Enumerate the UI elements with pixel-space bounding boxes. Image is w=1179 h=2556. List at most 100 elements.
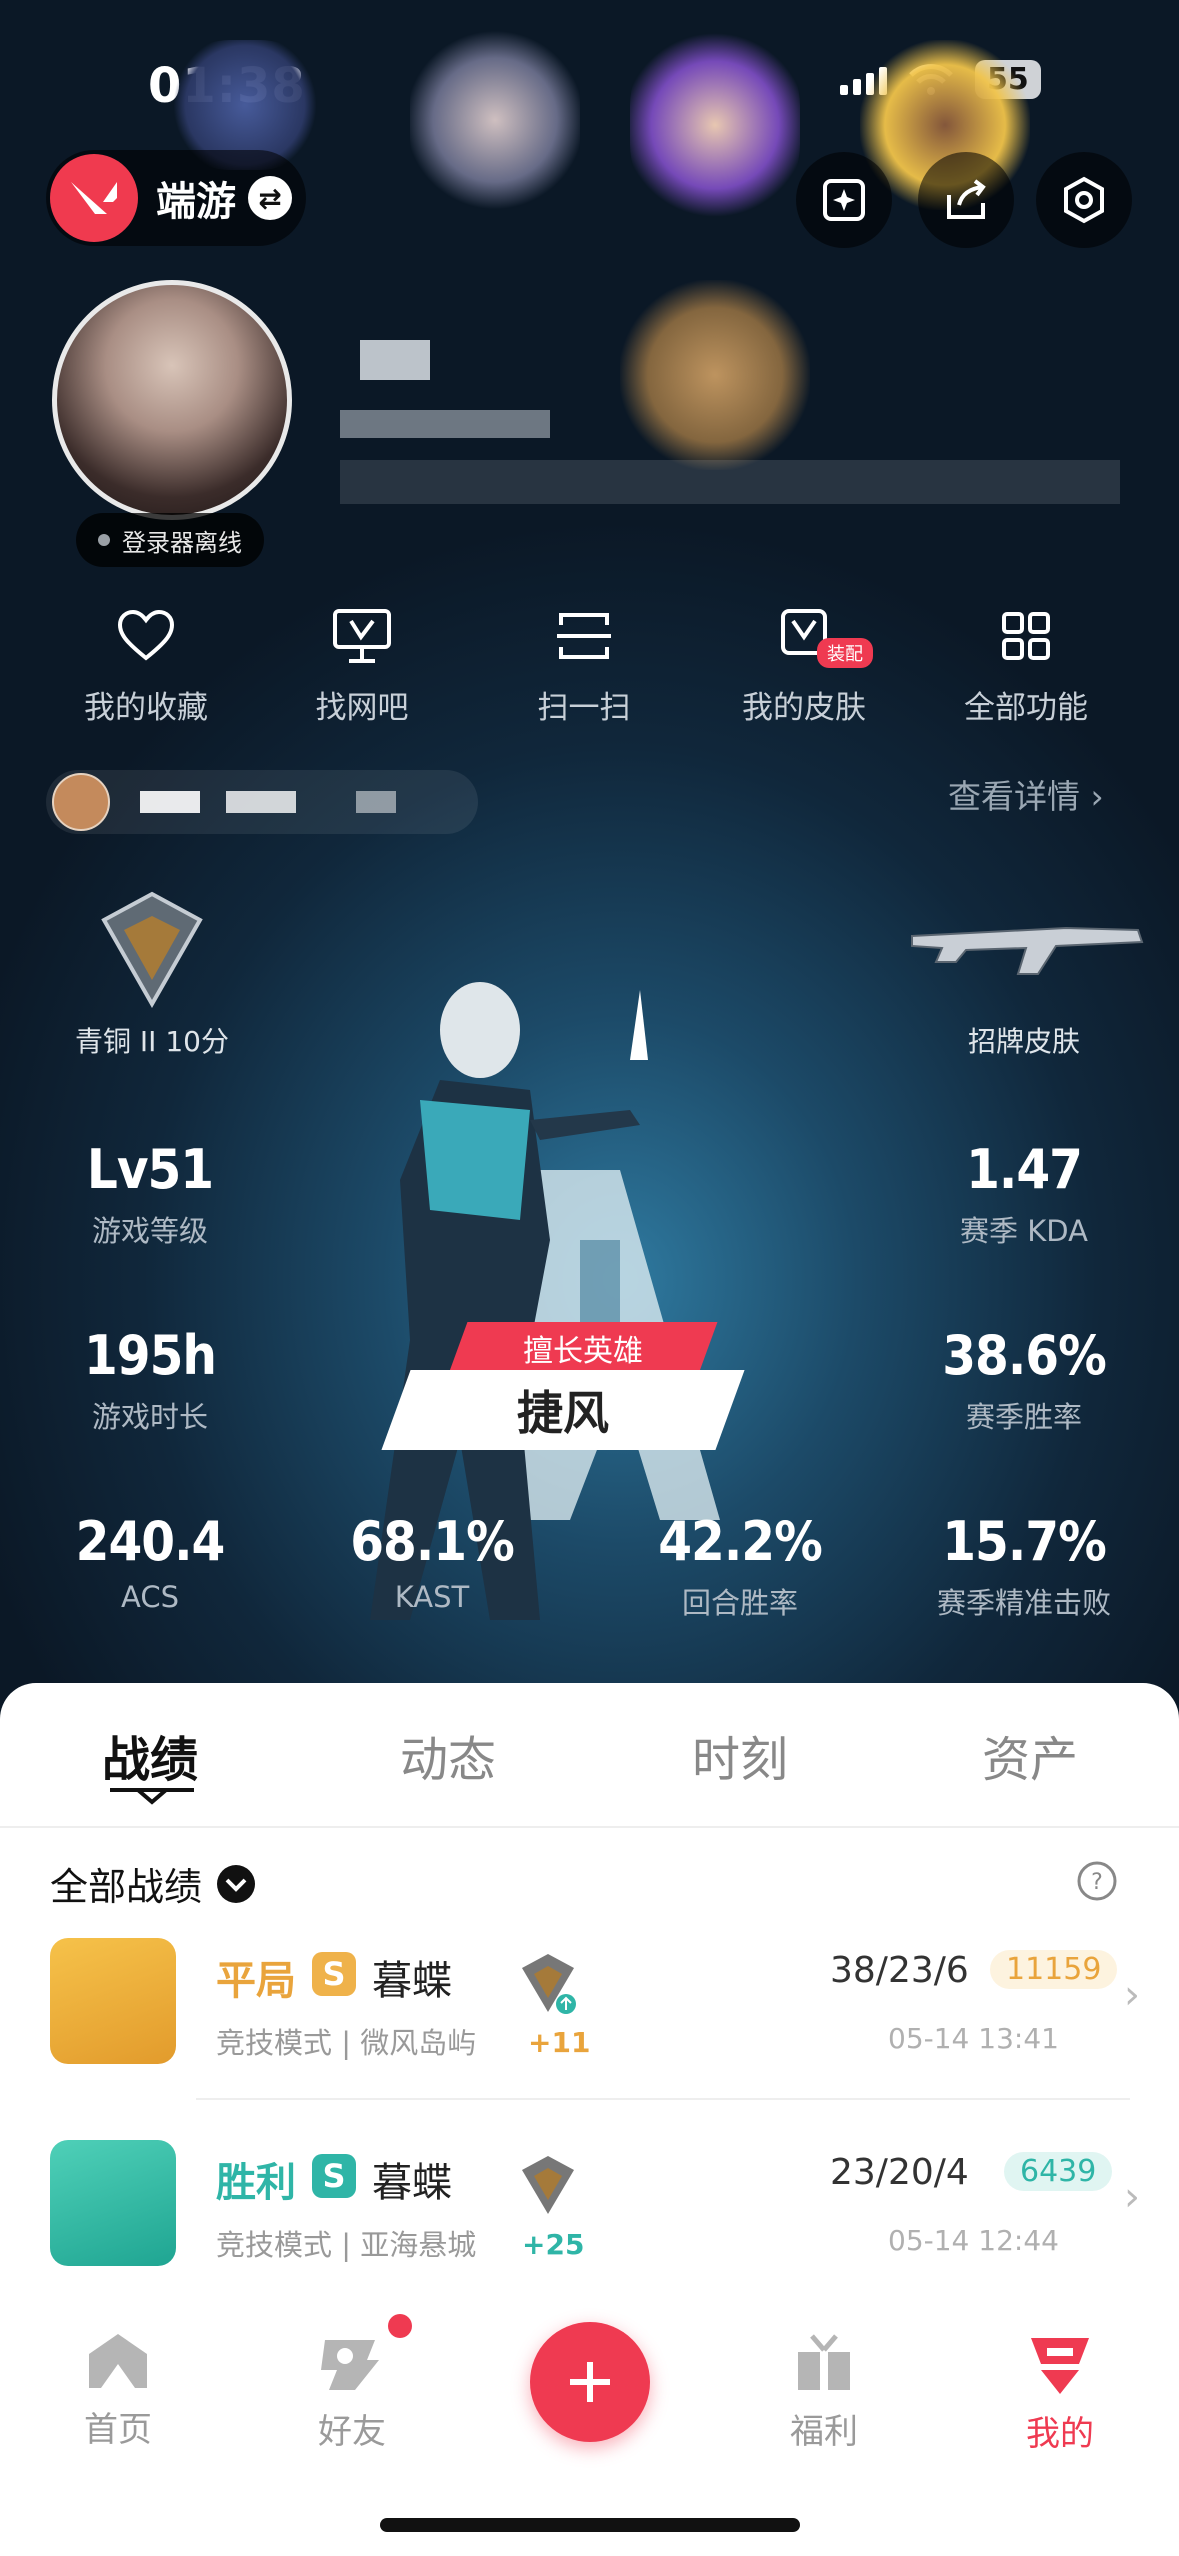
monitor-icon [333,609,391,663]
account-switcher[interactable]: 端游 ⇄ [46,150,306,246]
quick-label: 找网吧 [315,690,409,726]
nav-label: 好友 [318,2412,386,2452]
svg-text:?: ? [1091,1870,1103,1895]
nickname-redacted [360,340,430,380]
profile-icon [1031,2338,1089,2394]
rifle-skin-icon [911,926,1144,975]
divider [0,1826,1179,1828]
stat-headshot-value: 15.7% [942,1510,1107,1573]
game-avatar [52,773,110,831]
notification-dot [388,2314,412,2338]
edit-card-button[interactable] [796,152,892,248]
s-rank-badge: S [312,2154,356,2198]
quick-find-cafe[interactable]: 找网吧 [262,600,462,727]
settings-icon [1064,176,1104,224]
agent-name: 暮蝶 [372,1958,452,2004]
home-indicator [380,2518,800,2532]
switch-icon: ⇄ [248,176,292,220]
nav-label: 福利 [790,2412,858,2452]
share-icon [947,179,986,219]
agent-name: 暮蝶 [372,2160,452,2206]
tab-active-indicator [110,1788,194,1805]
game-id-redacted [356,791,396,813]
game-account-strip[interactable] [46,770,478,834]
share-button[interactable] [918,152,1014,248]
friends-icon [321,2340,379,2390]
stat-winrate-label: 赛季胜率 [965,1400,1082,1434]
stat-kda-value: 1.47 [966,1138,1083,1201]
tab-records[interactable]: 战绩 [60,1720,240,1790]
s-rank-badge: S [312,1952,356,1996]
row-divider [196,2098,1130,2100]
sticker-wolf-boy [410,30,580,210]
stat-kast-label: KAST [394,1580,470,1614]
stat-hours-value: 195h [83,1324,217,1387]
stat-acs-value: 240.4 [75,1510,226,1573]
stat-acs-label: ACS [121,1580,179,1614]
match-row[interactable]: 胜利 S 暮蝶 竞技模式 | 亚海悬城 +25 23/20/4 6439 05-… [0,2132,1179,2332]
nav-label: 首页 [84,2410,152,2450]
quick-label: 扫一扫 [537,690,631,726]
view-details-label: 查看详情 [948,777,1080,816]
chevron-right-icon: › [1090,777,1104,816]
stat-winrate-value: 38.6% [942,1324,1107,1387]
help-icon[interactable]: ? [1076,1860,1118,1902]
quick-label: 全部功能 [964,690,1088,726]
tab-assets[interactable]: 资产 [940,1720,1120,1790]
plus-icon [570,2362,610,2402]
stat-round-win-value: 42.2% [658,1510,823,1573]
id-redacted [340,460,1120,504]
best-hero-tag: 擅长英雄 [448,1322,718,1374]
grid-icon [1002,612,1050,660]
records-filter[interactable]: 全部战绩 [50,1856,256,1911]
match-mode: 竞技模式 | 亚海悬城 [216,2228,477,2262]
stat-level-value: Lv51 [86,1138,214,1201]
best-hero-tag-label: 擅长英雄 [523,1334,643,1369]
create-post-button[interactable] [530,2322,650,2442]
view-details-link[interactable]: 查看详情 › [948,770,1104,818]
platform-label: 端游 [156,179,236,225]
nav-welfare[interactable]: 福利 [744,2330,904,2453]
quick-scan[interactable]: 扫一扫 [484,600,684,727]
stat-headshot-label: 赛季精准击败 [936,1586,1111,1620]
match-mode: 竞技模式 | 微风岛屿 [216,2026,477,2060]
tab-moments[interactable]: 时刻 [650,1720,830,1790]
rating-change: +25 [522,2228,585,2261]
match-result: 平局 [216,1958,296,2004]
match-kda: 38/23/6 [830,1950,969,1991]
stat-level-label: 游戏等级 [91,1214,208,1248]
settings-button[interactable] [1036,152,1132,248]
rating-change: +11 [528,2026,591,2059]
gift-icon [798,2334,850,2390]
match-time: 05-14 12:44 [888,2224,1059,2257]
sticker-bear [620,280,810,470]
nav-friends[interactable]: 好友 [272,2330,432,2453]
bronze-rank-icon [101,891,203,1008]
rank-label: 青铜 II 10分 [75,1025,229,1058]
avatar[interactable] [52,280,292,520]
nav-profile[interactable]: 我的 [980,2330,1140,2455]
stat-hours-label: 游戏时长 [91,1400,208,1434]
valorant-logo-icon [50,154,138,242]
match-row[interactable]: 平局 S 暮蝶 竞技模式 | 微风岛屿 +11 38/23/6 11159 05… [0,1930,1179,2130]
quick-label: 我的收藏 [84,690,208,726]
skin-badge: 装配 [817,638,873,668]
match-kda: 23/20/4 [830,2152,969,2193]
best-hero-name[interactable]: 捷风 [381,1370,745,1450]
status-dot [98,534,110,546]
home-icon [89,2334,147,2388]
quick-favorites[interactable]: 我的收藏 [46,600,246,727]
chevron-down-icon [217,1864,256,1903]
tab-feed[interactable]: 动态 [358,1720,538,1790]
quick-skins[interactable]: 装配 我的皮肤 [704,600,904,727]
chevron-right-icon: › [1124,2174,1140,2220]
launcher-status-label: 登录器离线 [122,528,242,557]
bronze-rank-icon [522,1954,576,2014]
game-id-redacted [226,791,296,813]
nav-home[interactable]: 首页 [38,2330,198,2451]
best-hero-name-label: 捷风 [517,1386,609,1440]
agent-clove-icon [50,2140,176,2266]
stat-kast-value: 68.1% [350,1510,515,1573]
quick-all-features[interactable]: 全部功能 [926,600,1126,727]
stat-kda-label: 赛季 KDA [960,1214,1088,1248]
